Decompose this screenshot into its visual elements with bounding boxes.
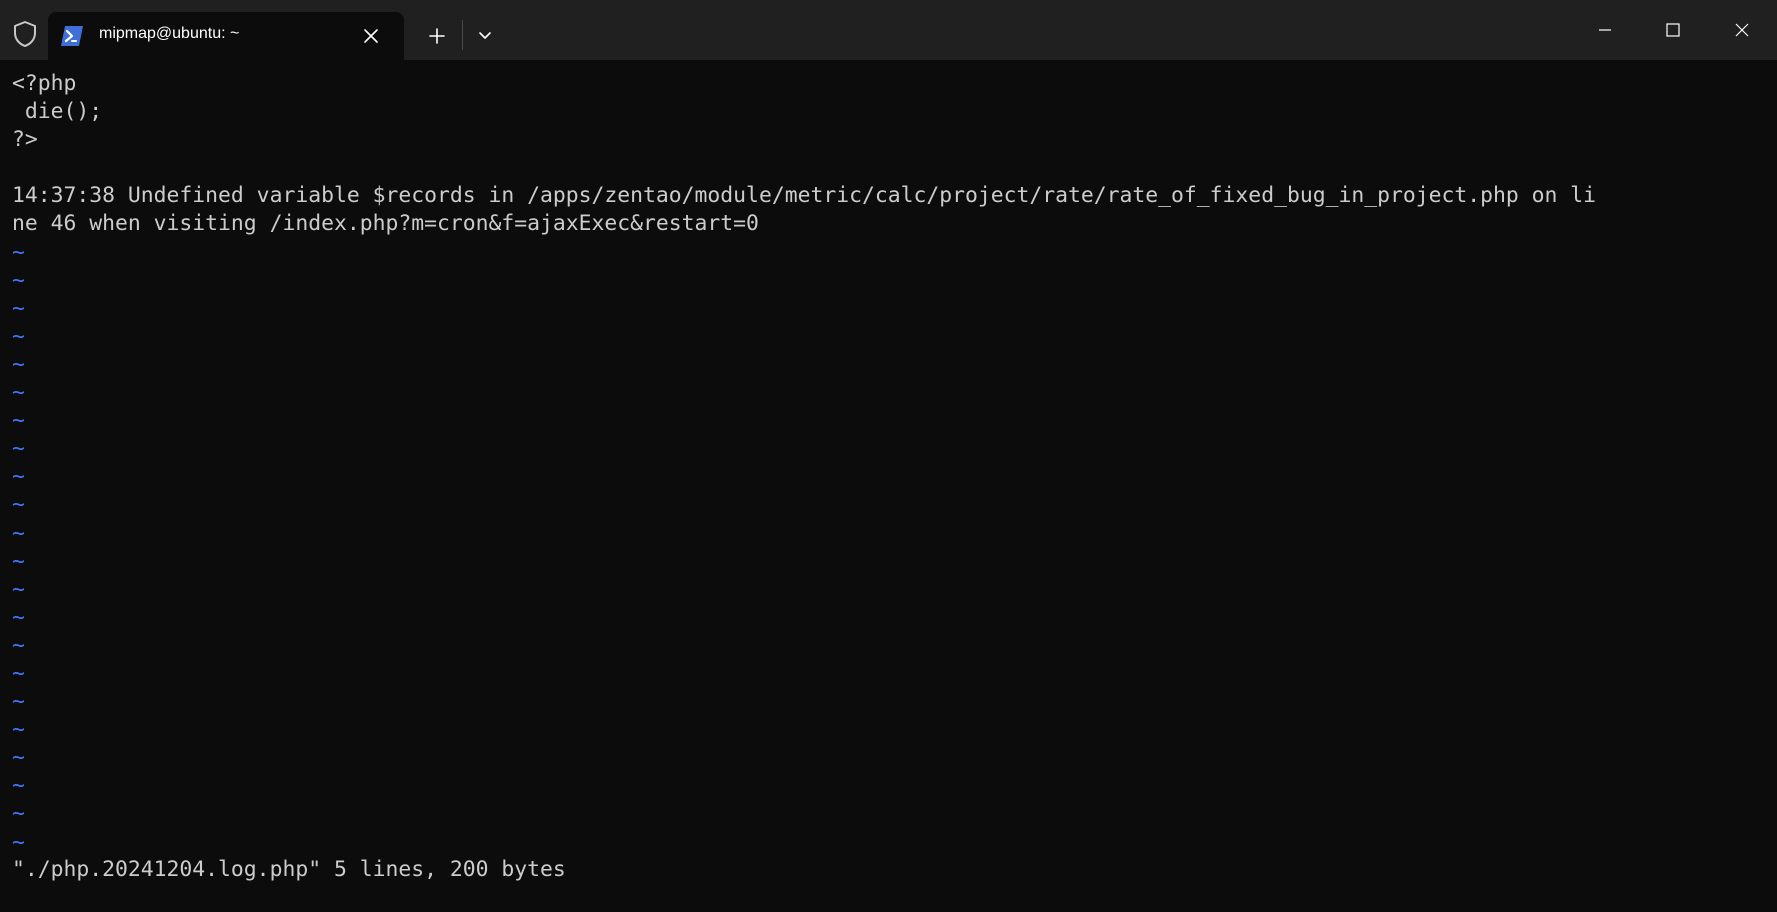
minimize-button[interactable]	[1570, 0, 1640, 60]
empty-line-marker: ~	[12, 829, 25, 855]
empty-line-marker: ~	[12, 604, 25, 630]
empty-line-marker: ~	[12, 380, 25, 406]
empty-line-marker: ~	[12, 576, 25, 602]
empty-line-marker: ~	[12, 436, 25, 462]
plus-icon[interactable]	[420, 21, 454, 51]
title-bar[interactable]: mipmap@ubuntu: ~	[0, 0, 1777, 60]
tab-terminal[interactable]: mipmap@ubuntu: ~	[48, 12, 404, 60]
terminal-output[interactable]: <?php die(); ?> 14:37:38 Undefined varia…	[12, 70, 1767, 900]
terminal-line: ?>	[12, 127, 38, 153]
close-icon	[1735, 23, 1749, 37]
empty-line-marker: ~	[12, 323, 25, 349]
terminal-line: die();	[12, 99, 103, 125]
terminal-line: 14:37:38 Undefined variable $records in …	[12, 183, 1597, 209]
terminal-line: <?php	[12, 71, 77, 96]
empty-line-marker: ~	[12, 351, 25, 377]
empty-line-marker: ~	[12, 660, 25, 686]
empty-line-marker: ~	[12, 689, 25, 715]
empty-line-marker: ~	[12, 464, 25, 490]
tab-separator	[462, 20, 463, 50]
empty-line-marker: ~	[12, 745, 25, 771]
empty-line-marker: ~	[12, 548, 25, 574]
terminal-window: mipmap@ubuntu: ~ <?php die(); ?> 14:37:3…	[0, 0, 1777, 912]
powershell-icon	[60, 25, 84, 47]
empty-line-marker: ~	[12, 801, 25, 827]
minimize-icon	[1599, 29, 1611, 31]
empty-line-marker: ~	[12, 295, 25, 321]
maximize-button[interactable]	[1638, 0, 1708, 60]
terminal-line: ne 46 when visiting /index.php?m=cron&f=…	[12, 211, 759, 237]
close-icon[interactable]	[362, 27, 380, 45]
empty-line-marker: ~	[12, 492, 25, 518]
status-line: "./php.20241204.log.php" 5 lines, 200 by…	[12, 857, 566, 882]
chevron-down-icon[interactable]	[470, 21, 500, 51]
empty-line-marker: ~	[12, 239, 25, 265]
empty-line-marker: ~	[12, 520, 25, 546]
shield-icon	[12, 20, 38, 48]
close-window-button[interactable]	[1707, 0, 1777, 60]
empty-lines: ~ ~ ~ ~ ~ ~ ~ ~ ~ ~ ~ ~ ~ ~ ~ ~ ~ ~ ~ ~ ~ ~	[12, 239, 1767, 857]
tab-title: mipmap@ubuntu: ~	[99, 25, 240, 42]
maximize-icon	[1666, 23, 1680, 37]
empty-line-marker: ~	[12, 632, 25, 658]
empty-line-marker: ~	[12, 773, 25, 799]
empty-line-marker: ~	[12, 408, 25, 434]
empty-line-marker: ~	[12, 717, 25, 743]
empty-line-marker: ~	[12, 267, 25, 293]
